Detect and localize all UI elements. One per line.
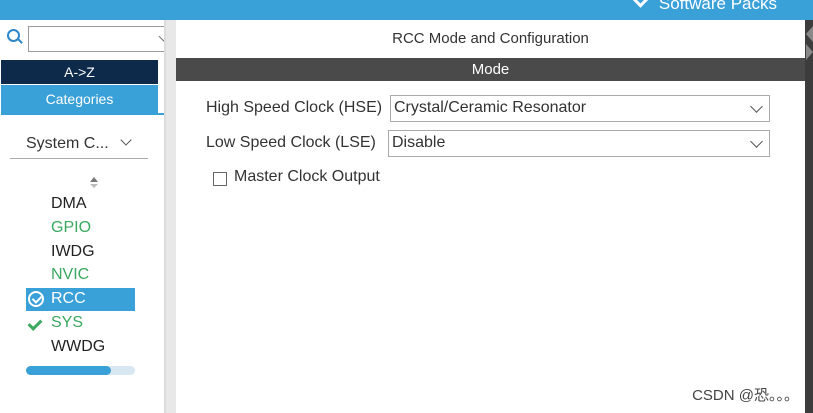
- software-packs-label: Software Packs: [658, 0, 777, 13]
- lse-select[interactable]: Disable: [388, 130, 770, 157]
- hse-value: Crystal/Ceramic Resonator: [394, 99, 587, 116]
- search-input[interactable]: [28, 26, 169, 52]
- chevron-down-icon: [750, 100, 763, 113]
- software-packs-menu[interactable]: Software Packs: [631, 0, 777, 14]
- expand-right-icon[interactable]: [806, 44, 813, 60]
- check-circle-icon: [28, 291, 44, 307]
- horizontal-scrollbar[interactable]: [26, 366, 135, 375]
- list-item-rcc[interactable]: RCC: [26, 288, 135, 311]
- list-item-label: RCC: [51, 290, 86, 307]
- list-item-gpio[interactable]: GPIO: [51, 218, 91, 238]
- chevron-down-icon: [750, 135, 763, 148]
- category-dropdown-value: System C...: [26, 135, 109, 152]
- lse-value: Disable: [392, 134, 446, 151]
- right-edge-bar: [805, 20, 813, 413]
- sort-icon[interactable]: [89, 177, 99, 191]
- top-toolbar: Software Packs: [0, 0, 813, 20]
- collapse-left-icon[interactable]: [806, 26, 813, 42]
- list-item-dma[interactable]: DMA: [51, 194, 87, 214]
- watermark: CSDN @恐。。。: [692, 387, 799, 404]
- panel-title: RCC Mode and Configuration: [392, 30, 589, 47]
- chevron-down-icon: [120, 134, 132, 146]
- category-dropdown[interactable]: System C...: [10, 132, 148, 159]
- list-item-nvic[interactable]: NVIC: [51, 265, 89, 285]
- chevron-down-icon: [631, 0, 650, 8]
- hse-select[interactable]: Crystal/Ceramic Resonator: [390, 95, 770, 122]
- master-clock-output-checkbox[interactable]: [213, 172, 227, 186]
- list-item-wwdg[interactable]: WWDG: [51, 337, 105, 357]
- mode-section-header[interactable]: Mode: [176, 58, 805, 81]
- scrollbar-thumb[interactable]: [26, 366, 111, 375]
- list-item-sys[interactable]: SYS: [51, 313, 83, 333]
- list-item-iwdg[interactable]: IWDG: [51, 242, 95, 262]
- panel-splitter[interactable]: [164, 20, 176, 413]
- hse-label: High Speed Clock (HSE): [206, 99, 383, 116]
- sort-az-button[interactable]: A->Z: [1, 60, 158, 84]
- mode-configuration-panel: RCC Mode and Configuration Mode High Spe…: [176, 20, 813, 413]
- search-icon[interactable]: [7, 29, 20, 42]
- categories-tab[interactable]: Categories: [1, 85, 158, 113]
- tab-underline: [1, 113, 164, 115]
- master-clock-output-label: Master Clock Output: [234, 168, 380, 185]
- lse-label: Low Speed Clock (LSE): [206, 134, 376, 151]
